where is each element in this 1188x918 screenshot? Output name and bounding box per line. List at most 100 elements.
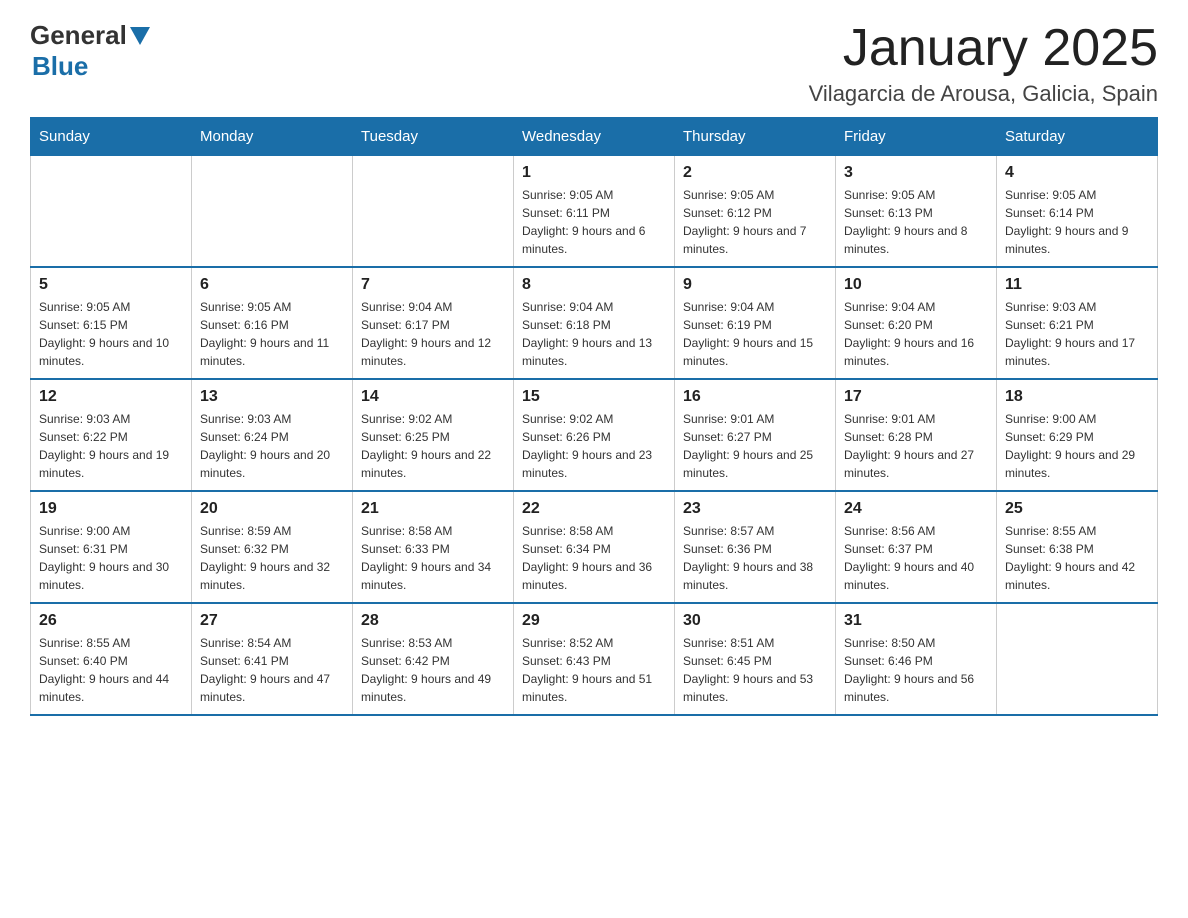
day-cell: 11Sunrise: 9:03 AMSunset: 6:21 PMDayligh… (997, 267, 1158, 379)
day-cell: 9 Sunrise: 9:04 AMSunset: 6:19 PMDaylight… (675, 267, 836, 379)
day-cell: 20 Sunrise: 8:59 AMSunset: 6:32 PMDayligh… (192, 491, 353, 603)
location-title: Vilagarcia de Arousa, Galicia, Spain (809, 81, 1158, 107)
day-number: 27 (200, 612, 344, 630)
day-info: Sunrise: 8:58 AMSunset: 6:33 PMDaylight:… (361, 522, 505, 594)
day-cell: 16Sunrise: 9:01 AMSunset: 6:27 PMDayligh… (675, 379, 836, 491)
day-info: Sunrise: 9:02 AMSunset: 6:25 PMDaylight:… (361, 410, 505, 482)
day-cell: 6 Sunrise: 9:05 AMSunset: 6:16 PMDaylight… (192, 267, 353, 379)
day-cell: 23Sunrise: 8:57 AMSunset: 6:36 PMDayligh… (675, 491, 836, 603)
day-number: 9 (683, 276, 827, 294)
week-row-2: 5 Sunrise: 9:05 AMSunset: 6:15 PMDaylight… (31, 267, 1158, 379)
day-info: Sunrise: 9:00 AMSunset: 6:29 PMDaylight:… (1005, 410, 1149, 482)
page-header: General Blue January 2025 Vilagarcia de … (30, 20, 1158, 107)
day-cell: 2Sunrise: 9:05 AMSunset: 6:12 PMDaylight… (675, 156, 836, 268)
day-number: 18 (1005, 388, 1149, 406)
day-info: Sunrise: 8:50 AMSunset: 6:46 PMDaylight:… (844, 634, 988, 706)
day-cell: 4Sunrise: 9:05 AMSunset: 6:14 PMDaylight… (997, 156, 1158, 268)
day-cell: 7 Sunrise: 9:04 AMSunset: 6:17 PMDaylight… (353, 267, 514, 379)
day-number: 30 (683, 612, 827, 630)
logo-triangle-icon (130, 27, 150, 45)
day-number: 5 (39, 276, 183, 294)
day-number: 8 (522, 276, 666, 294)
day-cell: 17Sunrise: 9:01 AMSunset: 6:28 PMDayligh… (836, 379, 997, 491)
day-info: Sunrise: 9:05 AMSunset: 6:11 PMDaylight:… (522, 186, 666, 258)
day-info: Sunrise: 9:05 AMSunset: 6:15 PMDaylight:… (39, 298, 183, 370)
day-info: Sunrise: 8:57 AMSunset: 6:36 PMDaylight:… (683, 522, 827, 594)
day-number: 1 (522, 164, 666, 182)
day-cell (192, 156, 353, 268)
day-info: Sunrise: 9:05 AMSunset: 6:16 PMDaylight:… (200, 298, 344, 370)
day-number: 7 (361, 276, 505, 294)
title-area: January 2025 Vilagarcia de Arousa, Galic… (809, 20, 1158, 107)
day-info: Sunrise: 9:02 AMSunset: 6:26 PMDaylight:… (522, 410, 666, 482)
month-title: January 2025 (809, 20, 1158, 77)
day-number: 6 (200, 276, 344, 294)
day-cell: 25 Sunrise: 8:55 AMSunset: 6:38 PMDayligh… (997, 491, 1158, 603)
header-cell-friday: Friday (836, 118, 997, 156)
day-info: Sunrise: 9:03 AMSunset: 6:22 PMDaylight:… (39, 410, 183, 482)
day-cell: 14 Sunrise: 9:02 AMSunset: 6:25 PMDayligh… (353, 379, 514, 491)
day-cell: 10 Sunrise: 9:04 AMSunset: 6:20 PMDayligh… (836, 267, 997, 379)
day-number: 19 (39, 500, 183, 518)
day-info: Sunrise: 8:51 AMSunset: 6:45 PMDaylight:… (683, 634, 827, 706)
day-cell: 8 Sunrise: 9:04 AMSunset: 6:18 PMDaylight… (514, 267, 675, 379)
day-number: 28 (361, 612, 505, 630)
header-cell-monday: Monday (192, 118, 353, 156)
day-number: 26 (39, 612, 183, 630)
calendar-body: 1 Sunrise: 9:05 AMSunset: 6:11 PMDaylight… (31, 156, 1158, 716)
day-info: Sunrise: 8:53 AMSunset: 6:42 PMDaylight:… (361, 634, 505, 706)
day-cell: 22 Sunrise: 8:58 AMSunset: 6:34 PMDayligh… (514, 491, 675, 603)
day-number: 10 (844, 276, 988, 294)
day-cell: 29Sunrise: 8:52 AMSunset: 6:43 PMDayligh… (514, 603, 675, 715)
day-number: 29 (522, 612, 666, 630)
week-row-3: 12 Sunrise: 9:03 AMSunset: 6:22 PMDayligh… (31, 379, 1158, 491)
logo-general-text: General (30, 20, 127, 51)
day-cell: 18 Sunrise: 9:00 AMSunset: 6:29 PMDayligh… (997, 379, 1158, 491)
calendar-header: SundayMondayTuesdayWednesdayThursdayFrid… (31, 118, 1158, 156)
day-cell: 30 Sunrise: 8:51 AMSunset: 6:45 PMDayligh… (675, 603, 836, 715)
day-cell: 19 Sunrise: 9:00 AMSunset: 6:31 PMDayligh… (31, 491, 192, 603)
day-info: Sunrise: 8:54 AMSunset: 6:41 PMDaylight:… (200, 634, 344, 706)
day-info: Sunrise: 9:05 AMSunset: 6:12 PMDaylight:… (683, 186, 827, 258)
day-cell: 31Sunrise: 8:50 AMSunset: 6:46 PMDayligh… (836, 603, 997, 715)
day-info: Sunrise: 9:03 AMSunset: 6:21 PMDaylight:… (1005, 298, 1149, 370)
day-info: Sunrise: 9:03 AMSunset: 6:24 PMDaylight:… (200, 410, 344, 482)
calendar-table: SundayMondayTuesdayWednesdayThursdayFrid… (30, 117, 1158, 716)
header-cell-thursday: Thursday (675, 118, 836, 156)
day-info: Sunrise: 9:04 AMSunset: 6:20 PMDaylight:… (844, 298, 988, 370)
day-info: Sunrise: 9:04 AMSunset: 6:17 PMDaylight:… (361, 298, 505, 370)
day-info: Sunrise: 9:05 AMSunset: 6:13 PMDaylight:… (844, 186, 988, 258)
header-cell-wednesday: Wednesday (514, 118, 675, 156)
day-info: Sunrise: 8:58 AMSunset: 6:34 PMDaylight:… (522, 522, 666, 594)
day-info: Sunrise: 8:56 AMSunset: 6:37 PMDaylight:… (844, 522, 988, 594)
header-cell-saturday: Saturday (997, 118, 1158, 156)
day-info: Sunrise: 9:04 AMSunset: 6:18 PMDaylight:… (522, 298, 666, 370)
day-cell (997, 603, 1158, 715)
day-number: 3 (844, 164, 988, 182)
day-number: 21 (361, 500, 505, 518)
day-number: 20 (200, 500, 344, 518)
day-cell: 27 Sunrise: 8:54 AMSunset: 6:41 PMDayligh… (192, 603, 353, 715)
logo-blue-text: Blue (32, 51, 88, 82)
week-row-5: 26Sunrise: 8:55 AMSunset: 6:40 PMDayligh… (31, 603, 1158, 715)
day-info: Sunrise: 9:04 AMSunset: 6:19 PMDaylight:… (683, 298, 827, 370)
day-info: Sunrise: 8:59 AMSunset: 6:32 PMDaylight:… (200, 522, 344, 594)
day-cell: 15Sunrise: 9:02 AMSunset: 6:26 PMDayligh… (514, 379, 675, 491)
day-number: 12 (39, 388, 183, 406)
day-cell: 3 Sunrise: 9:05 AMSunset: 6:13 PMDaylight… (836, 156, 997, 268)
day-number: 13 (200, 388, 344, 406)
day-cell: 1 Sunrise: 9:05 AMSunset: 6:11 PMDaylight… (514, 156, 675, 268)
day-number: 14 (361, 388, 505, 406)
day-info: Sunrise: 9:00 AMSunset: 6:31 PMDaylight:… (39, 522, 183, 594)
day-cell: 5 Sunrise: 9:05 AMSunset: 6:15 PMDaylight… (31, 267, 192, 379)
day-info: Sunrise: 9:01 AMSunset: 6:27 PMDaylight:… (683, 410, 827, 482)
day-cell: 13 Sunrise: 9:03 AMSunset: 6:24 PMDayligh… (192, 379, 353, 491)
day-number: 25 (1005, 500, 1149, 518)
header-cell-tuesday: Tuesday (353, 118, 514, 156)
week-row-1: 1 Sunrise: 9:05 AMSunset: 6:11 PMDaylight… (31, 156, 1158, 268)
day-number: 4 (1005, 164, 1149, 182)
day-number: 22 (522, 500, 666, 518)
day-cell: 12 Sunrise: 9:03 AMSunset: 6:22 PMDayligh… (31, 379, 192, 491)
day-info: Sunrise: 8:55 AMSunset: 6:38 PMDaylight:… (1005, 522, 1149, 594)
day-number: 17 (844, 388, 988, 406)
